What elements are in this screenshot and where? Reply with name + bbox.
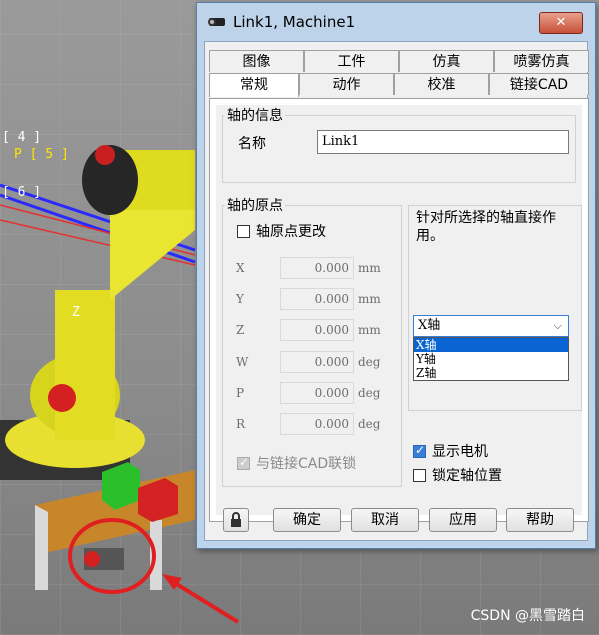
origin-change-label: 轴原点更改: [256, 224, 326, 240]
origin-r-field[interactable]: 0.000: [280, 413, 354, 435]
name-label: 名称: [238, 136, 266, 152]
help-button[interactable]: 帮助: [506, 508, 574, 532]
axis-option-x[interactable]: X轴: [414, 338, 568, 352]
show-motor-label: 显示电机: [432, 444, 488, 460]
tab-motion[interactable]: 动作: [299, 73, 394, 95]
tab-image[interactable]: 图像: [209, 50, 304, 72]
show-motor-checkbox[interactable]: [413, 443, 426, 458]
unit-y: mm: [358, 292, 381, 306]
cad-lock-label: 与链接CAD联锁: [256, 456, 357, 472]
axis-select-combo[interactable]: X轴 ⌵: [413, 315, 569, 337]
watermark: CSDN @黑雪踏白: [470, 608, 585, 624]
scene-label-z: Z: [72, 305, 80, 320]
axis-label-w: W: [236, 355, 249, 369]
tab-spray-simulation[interactable]: 喷雾仿真: [494, 50, 589, 72]
tab-row-bottom: 常规 动作 校准 链接CAD: [209, 73, 589, 97]
axis-action-description: 针对所选择的轴直接作用。: [416, 210, 556, 244]
axis-select-value: X轴: [418, 318, 441, 333]
origin-x-field[interactable]: 0.000: [280, 257, 354, 279]
axis-option-y[interactable]: Y轴: [414, 352, 568, 366]
axis-select-dropdown: X轴 Y轴 Z轴: [413, 337, 569, 381]
lock-axis-label: 锁定轴位置: [432, 468, 502, 484]
origin-z-field[interactable]: 0.000: [280, 319, 354, 341]
lock-axis-checkbox[interactable]: [413, 469, 426, 482]
unit-x: mm: [358, 261, 381, 275]
scene-label-6: [ 6 ]: [2, 185, 42, 200]
origin-p-field[interactable]: 0.000: [280, 382, 354, 404]
apply-button[interactable]: 应用: [429, 508, 497, 532]
scene-label-p5: P [ 5 ]: [14, 147, 69, 162]
axis-label-p: P: [236, 386, 245, 400]
lock-button[interactable]: [223, 508, 249, 532]
unit-r: deg: [358, 417, 381, 431]
tab-simulation[interactable]: 仿真: [399, 50, 494, 72]
chevron-down-icon: ⌵: [553, 319, 562, 332]
close-button[interactable]: ✕: [539, 12, 583, 34]
tab-link-cad[interactable]: 链接CAD: [489, 73, 589, 95]
title-bar[interactable]: Link1, Machine1 ✕: [197, 3, 595, 41]
axis-option-z[interactable]: Z轴: [414, 366, 568, 380]
axis-info-legend: 轴的信息: [227, 108, 283, 124]
origin-w-field[interactable]: 0.000: [280, 351, 354, 373]
tab-calibration[interactable]: 校准: [394, 73, 489, 95]
axis-label-x: X: [236, 261, 245, 275]
link-icon: [208, 18, 225, 26]
link-properties-dialog: Link1, Machine1 ✕ 图像 工件 仿真 喷雾仿真 常规 动作 校准…: [196, 2, 596, 549]
tab-row-top: 图像 工件 仿真 喷雾仿真: [209, 50, 589, 72]
cad-lock-checkbox[interactable]: [237, 455, 250, 470]
tab-general[interactable]: 常规: [209, 73, 299, 97]
name-input[interactable]: Link1: [317, 130, 569, 154]
scene-label-4: [ 4 ]: [2, 130, 42, 145]
axis-label-y: Y: [236, 292, 244, 306]
dialog-client-area: 图像 工件 仿真 喷雾仿真 常规 动作 校准 链接CAD 轴的信息 名称 Lin…: [204, 41, 589, 541]
unit-z: mm: [358, 323, 381, 337]
unit-w: deg: [358, 355, 381, 369]
origin-y-field[interactable]: 0.000: [280, 288, 354, 310]
axis-label-r: R: [236, 417, 246, 431]
window-title: Link1, Machine1: [233, 13, 356, 31]
origin-change-checkbox[interactable]: [237, 225, 250, 238]
unit-p: deg: [358, 386, 381, 400]
cancel-button[interactable]: 取消: [351, 508, 419, 532]
ok-button[interactable]: 确定: [273, 508, 341, 532]
panel-body: 轴的信息 名称 Link1 轴的原点 轴原点更改 X 0.000 mm Y 0.…: [216, 105, 582, 515]
axis-origin-legend: 轴的原点: [227, 198, 283, 214]
padlock-icon: [231, 512, 241, 527]
general-tab-panel: 轴的信息 名称 Link1 轴的原点 轴原点更改 X 0.000 mm Y 0.…: [209, 98, 589, 522]
tab-workpiece[interactable]: 工件: [304, 50, 399, 72]
axis-label-z: Z: [236, 323, 245, 337]
